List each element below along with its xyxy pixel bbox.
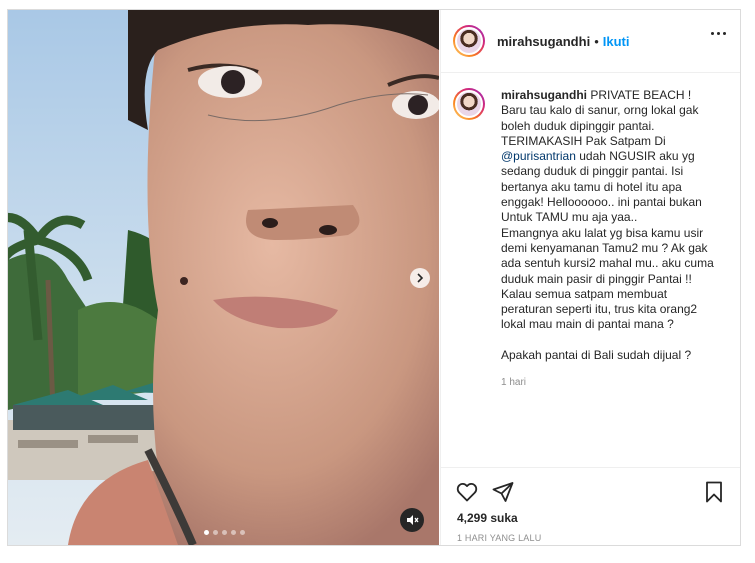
caption-avatar[interactable] — [453, 88, 485, 391]
speaker-muted-icon — [407, 515, 419, 525]
avatar-image — [455, 90, 483, 118]
caption-body: mirahsugandhi PRIVATE BEACH ! Baru tau k… — [501, 88, 719, 391]
instagram-post: mirahsugandhi • Ikuti mirahsugandhi PRIV… — [7, 9, 741, 546]
post-video[interactable] — [8, 10, 439, 545]
carousel-dot — [231, 530, 236, 535]
post-date[interactable]: 1 HARI YANG LALU — [457, 533, 541, 543]
avatar — [453, 88, 485, 120]
caption-timestamp[interactable]: 1 hari — [501, 375, 719, 390]
bookmark-icon — [706, 481, 722, 503]
header-username[interactable]: mirahsugandhi — [497, 34, 590, 49]
avatar[interactable] — [453, 25, 485, 57]
like-button[interactable] — [455, 480, 479, 509]
more-options-icon[interactable] — [711, 32, 726, 35]
carousel-dot — [240, 530, 245, 535]
share-button[interactable] — [491, 480, 515, 509]
post-header: mirahsugandhi • Ikuti — [441, 10, 740, 73]
follow-button[interactable]: Ikuti — [603, 34, 630, 49]
action-bar: 4,299 suka 1 HARI YANG LALU — [441, 467, 740, 545]
carousel-indicator — [204, 530, 245, 535]
avatar-image — [455, 27, 483, 55]
caption-text-part-2: udah NGUSIR aku yg sedang duduk di pingg… — [501, 149, 714, 363]
separator-dot: • — [594, 33, 599, 49]
caption-text: mirahsugandhi PRIVATE BEACH ! Baru tau k… — [501, 88, 719, 363]
caption-section: mirahsugandhi PRIVATE BEACH ! Baru tau k… — [453, 88, 732, 391]
video-frame-image — [8, 10, 439, 545]
like-count[interactable]: 4,299 suka — [457, 511, 518, 525]
heart-icon — [456, 482, 478, 502]
mention-link[interactable]: @purisantrian — [501, 149, 576, 163]
next-slide-button[interactable] — [410, 268, 430, 288]
mute-toggle-button[interactable] — [400, 508, 424, 532]
carousel-dot — [213, 530, 218, 535]
carousel-dot — [204, 530, 209, 535]
save-button[interactable] — [702, 480, 726, 509]
paper-plane-icon — [492, 482, 514, 502]
chevron-right-icon — [417, 273, 424, 283]
post-sidebar: mirahsugandhi • Ikuti mirahsugandhi PRIV… — [440, 10, 740, 545]
caption-username[interactable]: mirahsugandhi — [501, 88, 587, 102]
carousel-dot — [222, 530, 227, 535]
